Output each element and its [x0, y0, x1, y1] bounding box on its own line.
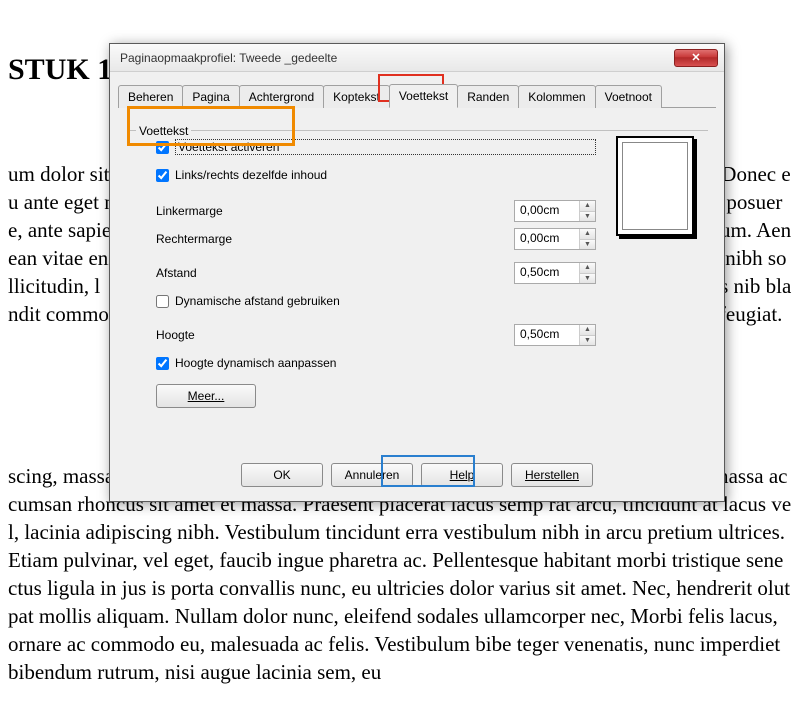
- titlebar: Paginaopmaakprofiel: Tweede _gedeelte ✕: [110, 44, 724, 72]
- tab-koptekst[interactable]: Koptekst: [323, 85, 390, 108]
- auto-height-label: Hoogte dynamisch aanpassen: [175, 356, 596, 370]
- footer-on-label: Voettekst activeren: [175, 139, 596, 155]
- ok-button[interactable]: OK: [241, 463, 323, 487]
- dyn-spacing-checkbox[interactable]: [156, 295, 169, 308]
- chevron-down-icon[interactable]: ▼: [580, 336, 595, 346]
- chevron-down-icon[interactable]: ▼: [580, 240, 595, 250]
- auto-height-checkbox[interactable]: [156, 357, 169, 370]
- chevron-up-icon[interactable]: ▲: [580, 263, 595, 274]
- chevron-down-icon[interactable]: ▼: [580, 274, 595, 284]
- help-button[interactable]: Help: [421, 463, 503, 487]
- page-preview-inner: [622, 142, 688, 230]
- chevron-up-icon[interactable]: ▲: [580, 201, 595, 212]
- tab-voetnoot[interactable]: Voetnoot: [595, 85, 662, 108]
- right-margin-input[interactable]: 0,00cm ▲▼: [514, 228, 596, 250]
- height-input[interactable]: 0,50cm ▲▼: [514, 324, 596, 346]
- cancel-button[interactable]: Annuleren: [331, 463, 413, 487]
- page-style-dialog: Paginaopmaakprofiel: Tweede _gedeelte ✕ …: [109, 43, 725, 502]
- reset-button[interactable]: Herstellen: [511, 463, 593, 487]
- height-value: 0,50cm: [515, 325, 579, 345]
- tab-pagina[interactable]: Pagina: [182, 85, 239, 108]
- tab-bar: Beheren Pagina Achtergrond Koptekst Voet…: [118, 80, 716, 108]
- more-button[interactable]: Meer...: [156, 384, 256, 408]
- left-margin-input[interactable]: 0,00cm ▲▼: [514, 200, 596, 222]
- tab-achtergrond[interactable]: Achtergrond: [239, 85, 324, 108]
- groupbox-label: Voettekst: [136, 124, 191, 138]
- height-label: Hoogte: [156, 328, 514, 342]
- tab-voettekst[interactable]: Voettekst: [389, 84, 458, 108]
- dialog-title: Paginaopmaakprofiel: Tweede _gedeelte: [120, 51, 674, 65]
- same-lr-label: Links/rechts dezelfde inhoud: [175, 168, 596, 182]
- footer-on-checkbox[interactable]: [156, 141, 169, 154]
- left-margin-label: Linkermarge: [156, 204, 514, 218]
- dialog-button-row: OK Annuleren Help Herstellen: [110, 463, 724, 487]
- close-button[interactable]: ✕: [674, 49, 718, 67]
- tab-beheren[interactable]: Beheren: [118, 85, 183, 108]
- spacing-input[interactable]: 0,50cm ▲▼: [514, 262, 596, 284]
- close-icon: ✕: [691, 51, 700, 64]
- spacing-label: Afstand: [156, 266, 514, 280]
- spacing-value: 0,50cm: [515, 263, 579, 283]
- chevron-up-icon[interactable]: ▲: [580, 229, 595, 240]
- chevron-down-icon[interactable]: ▼: [580, 212, 595, 222]
- left-margin-value: 0,00cm: [515, 201, 579, 221]
- tab-randen[interactable]: Randen: [457, 85, 519, 108]
- page-preview: [616, 136, 694, 236]
- chevron-up-icon[interactable]: ▲: [580, 325, 595, 336]
- tab-kolommen[interactable]: Kolommen: [518, 85, 595, 108]
- right-margin-label: Rechtermarge: [156, 232, 514, 246]
- same-lr-checkbox[interactable]: [156, 169, 169, 182]
- dyn-spacing-label: Dynamische afstand gebruiken: [175, 294, 596, 308]
- right-margin-value: 0,00cm: [515, 229, 579, 249]
